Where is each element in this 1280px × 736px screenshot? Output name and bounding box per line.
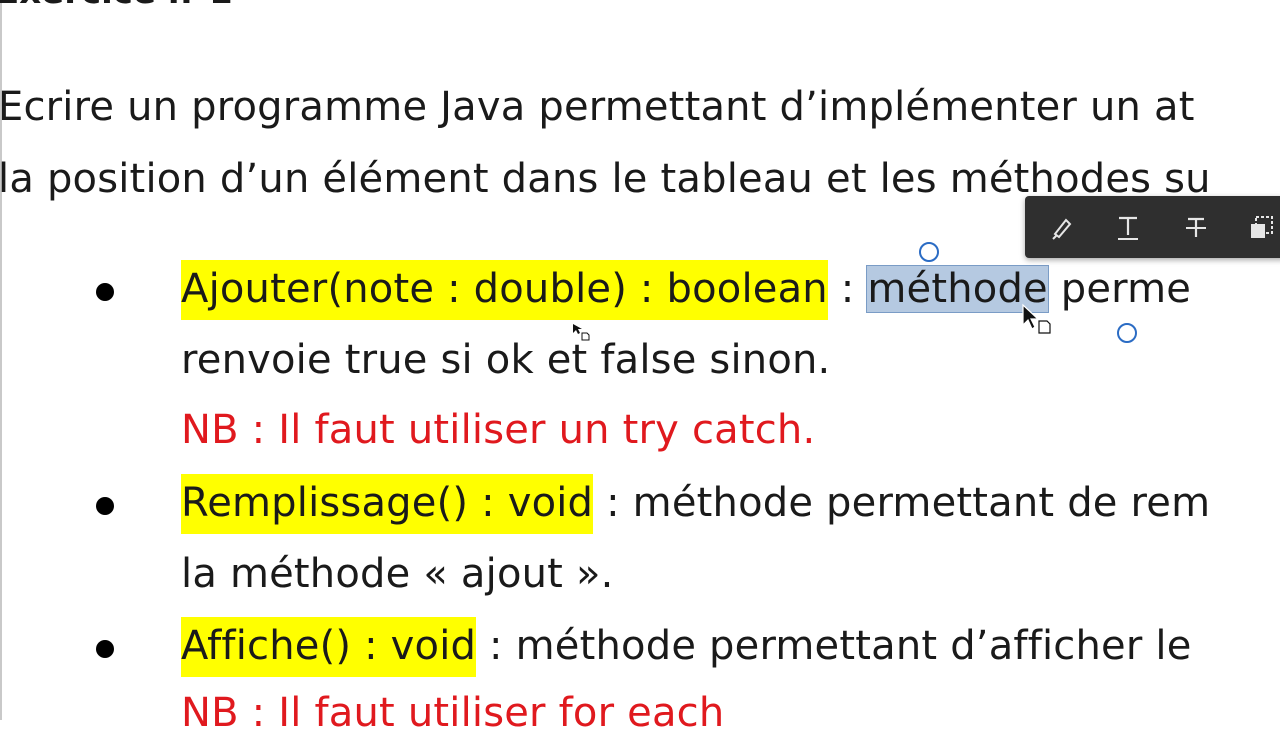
item-2-rest: : méthode permettant de rem bbox=[593, 480, 1211, 526]
selection-end-handle[interactable] bbox=[1117, 323, 1137, 343]
item-1-continuation: renvoie true si ok et false sinon. bbox=[181, 337, 831, 383]
comment-icon[interactable] bbox=[1245, 210, 1279, 244]
small-cursor-icon bbox=[571, 322, 591, 346]
item-1-note: NB : Il faut utiliser un try catch. bbox=[181, 407, 816, 453]
item-2-signature[interactable]: Remplissage() : void bbox=[181, 474, 594, 534]
bullet-1 bbox=[96, 283, 114, 301]
item-3-rest: : méthode permettant d’afficher le bbox=[476, 623, 1192, 669]
text-icon[interactable] bbox=[1111, 210, 1145, 244]
paragraph-line-1: Ecrire un programme Java permettant d’im… bbox=[0, 84, 1195, 130]
bullet-3 bbox=[96, 640, 114, 658]
item-1-separator: : bbox=[827, 266, 868, 312]
item-3-signature[interactable]: Affiche() : void bbox=[181, 617, 477, 677]
item-2-continuation: la méthode « ajout ». bbox=[181, 551, 614, 597]
strikethrough-icon[interactable] bbox=[1179, 210, 1213, 244]
bullet-2 bbox=[96, 497, 114, 515]
selection-start-handle[interactable] bbox=[919, 242, 939, 262]
exercise-title: Exercice n°1 bbox=[0, 0, 233, 12]
highlight-icon[interactable] bbox=[1045, 210, 1079, 244]
item-1-signature[interactable]: Ajouter(note : double) : boolean bbox=[181, 260, 828, 320]
mouse-cursor-icon bbox=[1021, 303, 1057, 343]
item-3-line: Affiche() : void : méthode permettant d’… bbox=[181, 617, 1192, 677]
annotation-toolbar bbox=[1025, 196, 1280, 258]
item-2-line: Remplissage() : void : méthode permettan… bbox=[181, 474, 1211, 534]
item-1-rest: perme bbox=[1047, 266, 1192, 312]
item-3-note: NB : Il faut utiliser for each bbox=[181, 690, 725, 736]
